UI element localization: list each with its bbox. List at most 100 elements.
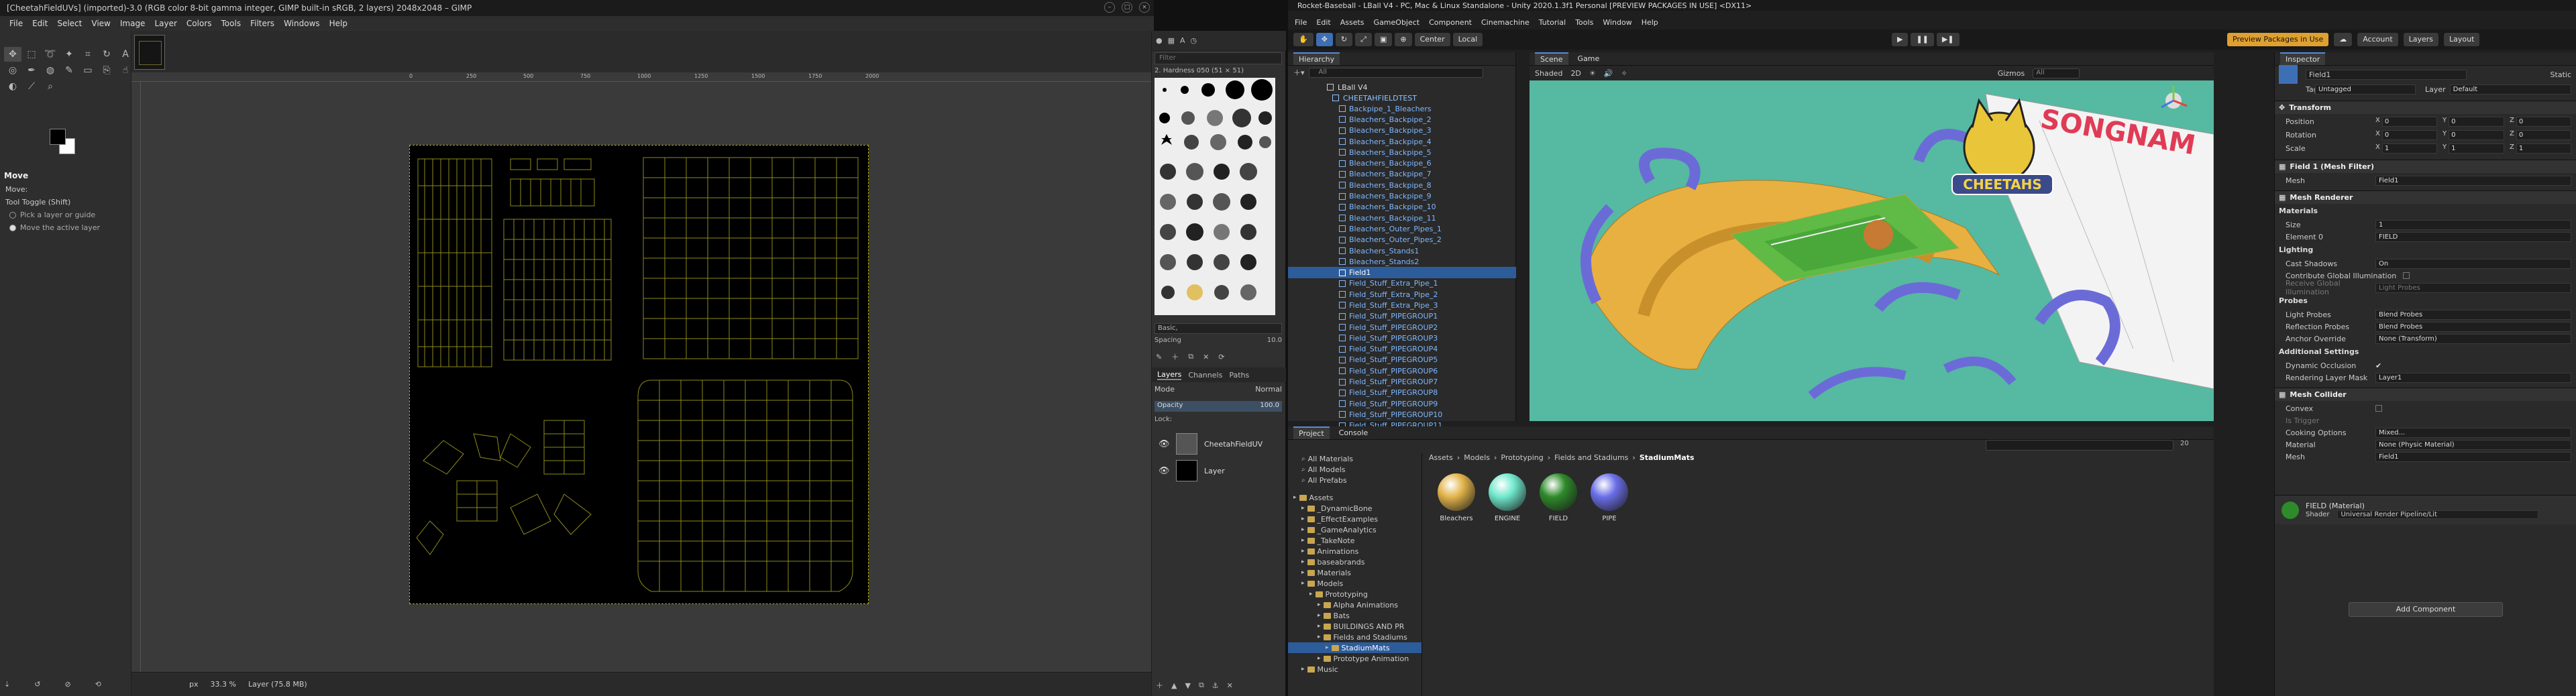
asset-tile[interactable]: ENGINE: [1484, 473, 1531, 522]
menu-help[interactable]: Help: [1642, 18, 1658, 27]
tree-item[interactable]: ▸ _DynamicBone: [1288, 503, 1421, 514]
uv-layout-image[interactable]: [409, 145, 869, 604]
zoom-select[interactable]: 33.3 %: [211, 680, 236, 689]
unit-select[interactable]: px: [189, 680, 199, 689]
layout-dropdown[interactable]: Layout: [2444, 33, 2480, 46]
scale-tool-icon[interactable]: ⤢: [1355, 33, 1372, 46]
tab-console[interactable]: Console: [1334, 427, 1374, 439]
tree-item[interactable]: ▸ Models: [1288, 578, 1421, 589]
cooking-options-dropdown[interactable]: Mixed...: [2375, 427, 2571, 438]
hierarchy-item[interactable]: Bleachers_Backpipe_2: [1288, 114, 1516, 125]
layer-row[interactable]: 👁 Layer: [1152, 457, 1286, 484]
chevron-icon[interactable]: ▸: [1301, 548, 1305, 555]
chevron-icon[interactable]: ▸: [1301, 516, 1305, 522]
menu-component[interactable]: Component: [1429, 18, 1472, 27]
mesh-filter-header[interactable]: ▦ Field 1 (Mesh Filter): [2275, 160, 2576, 173]
probes-section[interactable]: Probes: [2279, 296, 2308, 305]
hierarchy-item[interactable]: Field_Stuff_PIPEGROUP9: [1288, 398, 1516, 409]
spacing-slider[interactable]: Spacing 10.0: [1155, 337, 1282, 347]
delete-icon[interactable]: ⊘: [64, 680, 70, 689]
transform-tool-icon[interactable]: ⊕: [1395, 33, 1412, 46]
delete-brush-icon[interactable]: ✕: [1203, 353, 1209, 361]
close-icon[interactable]: ×: [1139, 2, 1150, 13]
menu-assets[interactable]: Assets: [1340, 18, 1364, 27]
lighting-section[interactable]: Lighting: [2279, 245, 2313, 254]
shading-mode-dropdown[interactable]: Shaded: [1535, 69, 1562, 78]
menu-edit[interactable]: Edit: [1316, 18, 1330, 27]
tab-hierarchy[interactable]: Hierarchy: [1293, 52, 1340, 65]
hierarchy-item[interactable]: Bleachers_Stands2: [1288, 256, 1516, 267]
chevron-icon[interactable]: ▸: [1318, 623, 1321, 630]
tree-item[interactable]: ▸ Materials: [1288, 567, 1421, 578]
menu-tools[interactable]: Tools: [1575, 18, 1593, 27]
hierarchy-item[interactable]: Field1: [1288, 267, 1516, 278]
anchor-layer-icon[interactable]: ⚓: [1212, 681, 1219, 690]
rect-tool-icon[interactable]: ▣: [1374, 33, 1393, 46]
duplicate-brush-icon[interactable]: ⧉: [1188, 352, 1193, 361]
chevron-icon[interactable]: ▸: [1318, 655, 1321, 662]
chevron-icon[interactable]: ▸: [1301, 526, 1305, 533]
hierarchy-item[interactable]: Bleachers_Backpipe_11: [1288, 213, 1516, 223]
patterns-tab-icon[interactable]: ▦: [1168, 36, 1175, 45]
menu-select[interactable]: Select: [57, 19, 82, 28]
position-x[interactable]: 0: [2381, 116, 2437, 127]
chevron-icon[interactable]: ▸: [1301, 569, 1305, 576]
tree-item[interactable]: ▸ Music: [1288, 664, 1421, 675]
menu-help[interactable]: Help: [329, 19, 347, 28]
additional-settings-section[interactable]: Additional Settings: [2279, 347, 2359, 356]
option-move-active[interactable]: Move the active layer: [0, 221, 131, 234]
rotation-x[interactable]: 0: [2381, 129, 2437, 140]
hierarchy-item[interactable]: Bleachers_Backpipe_5: [1288, 147, 1516, 158]
chevron-icon[interactable]: ▸: [1318, 634, 1321, 640]
hierarchy-item[interactable]: Field_Stuff_PIPEGROUP5: [1288, 355, 1516, 365]
materials-size-field[interactable]: 1: [2375, 219, 2571, 230]
preview-packages-button[interactable]: Preview Packages in Use: [2227, 33, 2329, 46]
object-name-field[interactable]: Field1: [2306, 69, 2467, 80]
restore-icon[interactable]: ↺: [34, 680, 40, 689]
mesh-field[interactable]: Field1: [2375, 175, 2571, 186]
shader-dropdown[interactable]: Universal Render Pipeline/Lit: [2337, 510, 2539, 519]
paintbrush-tool-icon[interactable]: ✎: [60, 63, 78, 78]
vertical-ruler[interactable]: [131, 82, 141, 672]
convex-checkbox[interactable]: [2375, 405, 2382, 412]
position-z[interactable]: 0: [2516, 116, 2571, 127]
text-tool-icon[interactable]: A: [117, 47, 134, 62]
hierarchy-item[interactable]: Field_Stuff_Extra_Pipe_1: [1288, 278, 1516, 289]
pivot-center-toggle[interactable]: Center: [1414, 33, 1450, 46]
menu-tools[interactable]: Tools: [221, 19, 241, 28]
hierarchy-root[interactable]: LBall V4: [1288, 82, 1516, 93]
menu-view[interactable]: View: [91, 19, 110, 28]
asset-tile[interactable]: Bleachers: [1433, 473, 1480, 522]
menu-filters[interactable]: Filters: [250, 19, 274, 28]
reflection-probes-dropdown[interactable]: Blend Probes: [2375, 321, 2571, 332]
layer-mode-select[interactable]: Normal: [1255, 385, 1282, 397]
tab-layers[interactable]: Layers: [1157, 370, 1182, 380]
mode-2d-toggle[interactable]: 2D: [1570, 69, 1580, 78]
pause-icon[interactable]: ❚❚: [1911, 33, 1934, 46]
new-layer-icon[interactable]: ＋: [1156, 680, 1163, 691]
layer-dropdown[interactable]: Default: [2449, 84, 2571, 95]
opacity-slider[interactable]: Opacity 100.0: [1155, 401, 1282, 412]
collab-icon[interactable]: ☁: [2334, 33, 2353, 46]
dynamic-occlusion-checkbox[interactable]: ✔: [2375, 361, 2381, 370]
rotate-tool-icon[interactable]: ↻: [1335, 33, 1353, 46]
tree-item[interactable]: ▸ StadiumMats: [1288, 642, 1421, 653]
chevron-icon[interactable]: ▸: [1301, 537, 1305, 544]
foreground-color-swatch[interactable]: [50, 129, 66, 145]
hierarchy-item[interactable]: Bleachers_Outer_Pipes_1: [1288, 223, 1516, 234]
eraser-tool-icon[interactable]: ▭: [79, 63, 97, 78]
hierarchy-search-input[interactable]: All: [1308, 67, 1483, 78]
hierarchy-item[interactable]: Bleachers_Outer_Pipes_2: [1288, 235, 1516, 245]
chevron-icon[interactable]: ▸: [1309, 591, 1313, 597]
chevron-icon[interactable]: ▸: [1318, 601, 1321, 608]
hierarchy-item[interactable]: Field_Stuff_PIPEGROUP2: [1288, 322, 1516, 333]
brushes-tab-icon[interactable]: ●: [1156, 36, 1163, 45]
hierarchy-item[interactable]: Bleachers_Backpipe_7: [1288, 169, 1516, 180]
minimize-icon[interactable]: –: [1104, 2, 1115, 13]
tab-channels[interactable]: Channels: [1188, 371, 1222, 380]
tree-item[interactable]: ▸ Prototyping: [1288, 589, 1421, 599]
move-tool-icon[interactable]: ✥: [4, 47, 21, 62]
asset-tile[interactable]: FIELD: [1535, 473, 1582, 522]
favorite-item[interactable]: ⌕ All Models: [1288, 464, 1421, 475]
zoom-tool-icon[interactable]: ⌕: [42, 79, 59, 94]
